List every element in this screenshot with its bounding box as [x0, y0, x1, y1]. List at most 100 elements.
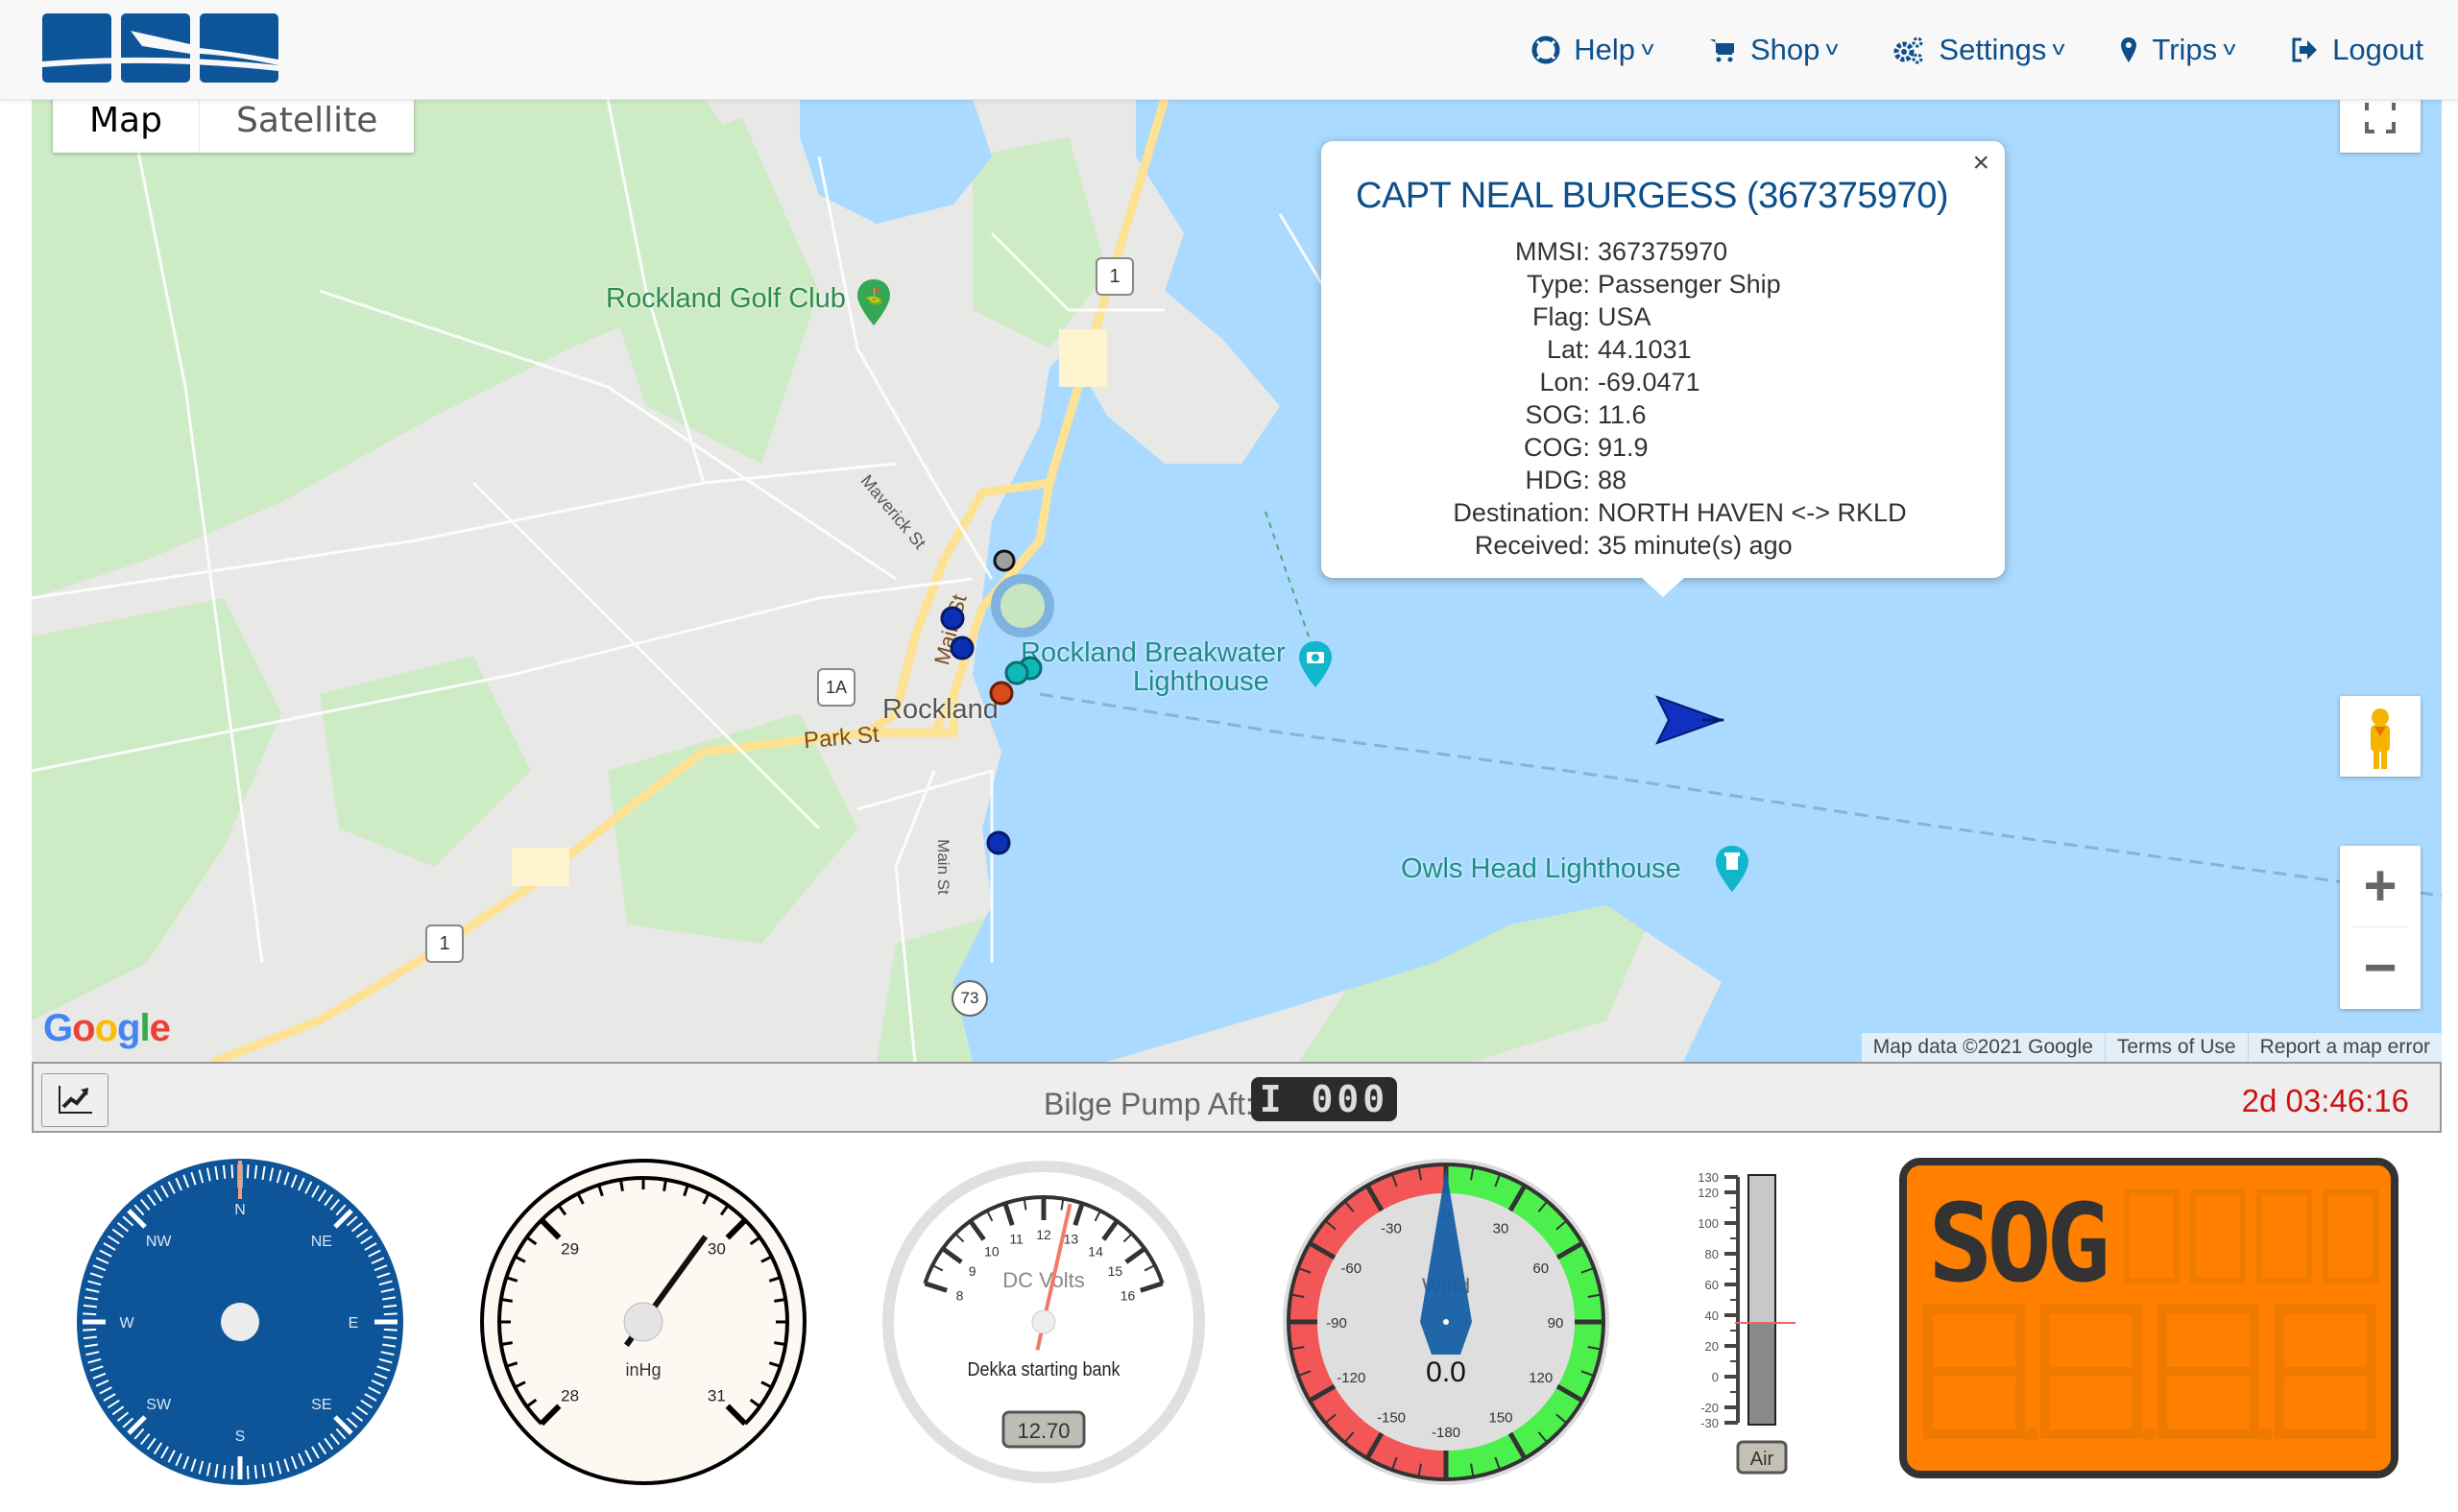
- barometer-hub: [623, 1302, 663, 1342]
- compass-tick: [83, 1312, 97, 1316]
- thermometer-label: 40: [1705, 1308, 1719, 1323]
- vessel-detail-row: Lat: 44.1031: [1344, 333, 1907, 366]
- volts-hub: [1031, 1309, 1056, 1334]
- barometer-label: 30: [708, 1240, 726, 1259]
- wind-label: -30: [1381, 1220, 1402, 1236]
- terms-of-use-link[interactable]: Terms of Use: [2104, 1033, 2248, 1062]
- lcd-ghost-digit: [1923, 1305, 2025, 1439]
- compass-label: S: [235, 1428, 246, 1445]
- compass-label: N: [234, 1202, 246, 1218]
- thermometer-label: 100: [1698, 1216, 1719, 1231]
- detail-value: Passenger Ship: [1598, 270, 1781, 299]
- sign-out-icon: [2292, 37, 2318, 61]
- detail-value: 91.9: [1598, 433, 1649, 462]
- lcd-ghost-dot: [2025, 1428, 2038, 1441]
- thermometer-label: 80: [1705, 1247, 1719, 1261]
- cogs-icon: [1893, 36, 1923, 63]
- map-type-map-button[interactable]: Map: [53, 99, 200, 153]
- compass-hub: [221, 1303, 259, 1341]
- uptime-timer: 2d 03:46:16: [2241, 1083, 2409, 1118]
- detail-value: 367375970: [1598, 237, 1728, 266]
- volts-gauge: 89 10 11 12 13 14 15 16 DC Volts Dekka starting…: [882, 1161, 1205, 1483]
- wind-hub: [1443, 1319, 1449, 1325]
- vessel-detail-row: COG: 91.9: [1344, 431, 1907, 464]
- volts-label: 15: [1108, 1263, 1123, 1279]
- barometer-label: 29: [561, 1240, 579, 1259]
- vessel-detail-row: Lon: -69.0471: [1344, 366, 1907, 398]
- wind-label: -60: [1340, 1260, 1362, 1277]
- compass-tick: [246, 1465, 250, 1479]
- barometer-tick: [774, 1341, 786, 1346]
- volts-label: 13: [1064, 1232, 1079, 1247]
- vessel-marker-blue[interactable]: [950, 636, 975, 660]
- map-canvas[interactable]: Map Satellite + − Rockland Golf Club ⛳ M…: [32, 99, 2442, 1062]
- vessel-details: MMSI: 367375970 Type: Passenger Ship Flag:…: [1344, 235, 1907, 562]
- vessel-marker-blue[interactable]: [940, 606, 965, 631]
- report-map-error-link[interactable]: Report a map error: [2247, 1033, 2442, 1062]
- detail-value: 35 minute(s) ago: [1598, 531, 1793, 560]
- vessel-detail-row: Received: 35 minute(s) ago: [1344, 529, 1907, 562]
- google-logo[interactable]: Google: [43, 1007, 171, 1050]
- vessel-marker-gray[interactable]: [993, 549, 1016, 572]
- nav-shop-label: Shop: [1750, 32, 1820, 66]
- nav-settings-label: Settings: [1939, 32, 2047, 66]
- detail-value: -69.0471: [1598, 368, 1700, 396]
- compass-label: E: [349, 1315, 359, 1332]
- vessel-marker-teal[interactable]: [1004, 660, 1029, 685]
- air-thermometer: 130120 100 80 60 40 20 0 -20-30 Air: [1698, 1170, 1795, 1475]
- nav-help[interactable]: Help v: [1531, 33, 1654, 67]
- chart-button[interactable]: [41, 1073, 108, 1127]
- bilge-pump-label: Bilge Pump Aft:: [1044, 1087, 1254, 1121]
- lcd-ghost-digit: [2157, 1305, 2259, 1439]
- detail-value: 44.1031: [1598, 335, 1692, 364]
- thermometer-label: 130: [1698, 1170, 1719, 1185]
- sog-label: SOG: [1928, 1182, 2106, 1307]
- nav-logout[interactable]: Logout: [2290, 33, 2423, 67]
- compass-label: NE: [311, 1234, 332, 1250]
- compass-label: W: [119, 1315, 134, 1332]
- volts-label: 11: [1009, 1232, 1024, 1247]
- sog-lcd-segments: SOG: [1923, 1182, 2378, 1441]
- barometer-tick: [500, 1341, 513, 1346]
- vessel-detail-row: Type: Passenger Ship: [1344, 268, 1907, 300]
- map-data-label: Map data ©2021 Google: [1872, 1036, 2093, 1058]
- close-icon[interactable]: ×: [1972, 147, 1989, 180]
- compass-tick: [230, 1164, 234, 1179]
- wind-label: 150: [1488, 1410, 1512, 1427]
- nav-shop[interactable]: Shop v: [1708, 32, 1839, 67]
- map-type-control: Map Satellite: [53, 99, 415, 153]
- barometer-gauge: 28 29 30 31 inHg: [480, 1159, 807, 1485]
- thermometer-fill: [1749, 1323, 1774, 1424]
- detail-key: COG:: [1523, 433, 1590, 462]
- detail-value: 11.6: [1598, 400, 1647, 429]
- compass-tick: [383, 1312, 398, 1316]
- thermometer-labels: 130120 100 80 60 40 20 0 -20-30: [1698, 1170, 1719, 1430]
- compass-label: SW: [146, 1397, 172, 1413]
- chevron-down-icon: v: [1641, 38, 1654, 60]
- selected-vessel-halo: [991, 574, 1054, 637]
- detail-value: NORTH HAVEN <-> RKLD: [1598, 498, 1907, 527]
- detail-value: USA: [1598, 302, 1651, 331]
- lcd-ghost-dot: [2259, 1428, 2273, 1441]
- status-bar: Bilge Pump Aft: I 000 2d 03:46:16: [32, 1062, 2442, 1133]
- wind-label: 30: [1493, 1220, 1509, 1236]
- detail-key: MMSI:: [1515, 237, 1590, 266]
- sog-lcd-display: SOG: [1899, 1158, 2398, 1478]
- line-chart-icon: [59, 1086, 92, 1114]
- lcd-ghost-digit: [2040, 1305, 2142, 1439]
- nav-trips[interactable]: Trips v: [2119, 32, 2236, 67]
- barometer-label: 28: [561, 1386, 579, 1404]
- volts-label: 14: [1088, 1244, 1103, 1260]
- vessel-marker-blue[interactable]: [986, 830, 1011, 855]
- lcd-ghost-char: [2190, 1189, 2246, 1284]
- barometer-tick: [774, 1298, 786, 1303]
- barometer-unit: inHg: [625, 1360, 661, 1380]
- volts-readout: 12.70: [1017, 1419, 1070, 1443]
- logo-icon[interactable]: [42, 10, 288, 86]
- vessel-detail-row: HDG: 88: [1344, 464, 1907, 496]
- nav-trips-label: Trips: [2152, 32, 2218, 66]
- compass-tick: [83, 1328, 97, 1332]
- map-type-satellite-button[interactable]: Satellite: [200, 99, 414, 153]
- nav-settings[interactable]: Settings v: [1892, 32, 2065, 67]
- vessel-marker-red[interactable]: [989, 681, 1014, 706]
